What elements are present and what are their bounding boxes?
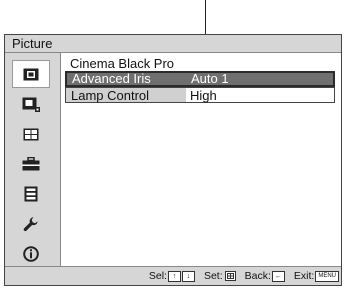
sidebar-item-installation[interactable] bbox=[13, 211, 49, 237]
down-arrow-key-icon: ↓ bbox=[181, 270, 195, 282]
submenu-panel: Cinema Black Pro Advanced Iris Auto 1 La… bbox=[65, 56, 337, 262]
menu-title: Picture bbox=[12, 36, 53, 51]
hint-exit-label: Exit: bbox=[293, 270, 315, 282]
menu-sidebar bbox=[5, 53, 61, 267]
hint-set-label: Set: bbox=[203, 270, 223, 282]
hint-set: Set: bbox=[204, 270, 236, 282]
hint-back: Back: ← bbox=[245, 270, 285, 282]
setting-label: Advanced Iris bbox=[72, 71, 151, 86]
submenu-title: Cinema Black Pro bbox=[65, 56, 335, 72]
enter-key-icon bbox=[224, 271, 236, 281]
advanced-picture-icon bbox=[22, 97, 40, 112]
wrench-icon bbox=[23, 217, 38, 232]
sidebar-item-information[interactable] bbox=[13, 241, 49, 267]
hint-back-label: Back: bbox=[244, 270, 271, 282]
hint-select-label: Sel: bbox=[148, 270, 167, 282]
sidebar-item-screen[interactable] bbox=[13, 121, 49, 147]
function-icon bbox=[24, 186, 38, 202]
up-arrow-key-icon: ↑ bbox=[167, 270, 181, 282]
sidebar-item-function[interactable] bbox=[13, 181, 49, 207]
setting-row-lamp-control[interactable]: Lamp Control High bbox=[65, 87, 335, 103]
hint-exit: Exit: MENU bbox=[294, 270, 339, 282]
setting-label: Lamp Control bbox=[71, 88, 150, 103]
screen-icon bbox=[23, 128, 39, 140]
submenu-title-text: Cinema Black Pro bbox=[70, 56, 175, 71]
picture-icon bbox=[23, 68, 39, 80]
sidebar-item-advanced-picture[interactable] bbox=[13, 91, 49, 117]
setting-row-advanced-iris[interactable]: Advanced Iris Auto 1 bbox=[65, 71, 335, 87]
setup-icon bbox=[22, 157, 40, 171]
sidebar-item-picture[interactable] bbox=[12, 60, 50, 88]
setting-value: Auto 1 bbox=[191, 71, 229, 86]
menu-key-icon: MENU bbox=[315, 270, 339, 282]
menu-title-bar: Picture bbox=[5, 35, 341, 53]
status-bar: Sel: ↑ ↓ Set: Back: ← Exit: MENU bbox=[5, 266, 341, 285]
setting-value: High bbox=[190, 88, 217, 103]
information-icon bbox=[23, 246, 39, 262]
hint-select: Sel: ↑ ↓ bbox=[149, 270, 195, 282]
osd-menu-window: Picture Cinema Black Pro Advanced Iris A… bbox=[4, 34, 342, 286]
left-arrow-key-icon: ← bbox=[271, 270, 285, 282]
sidebar-item-setup[interactable] bbox=[13, 151, 49, 177]
